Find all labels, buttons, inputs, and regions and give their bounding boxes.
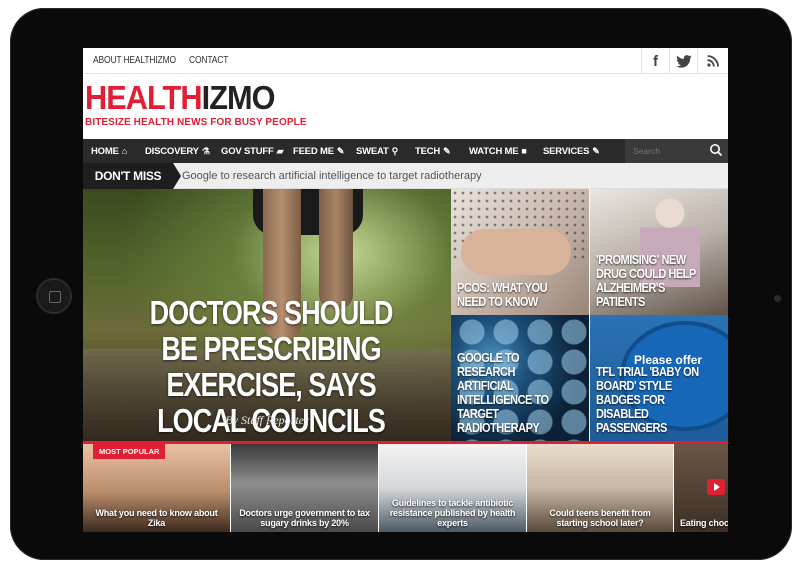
plug-icon: ✎ — [443, 146, 451, 156]
logo-red-part: HEALTH — [85, 79, 203, 116]
popular-card[interactable]: Doctors urge government to tax sugary dr… — [231, 444, 378, 532]
home-button[interactable] — [36, 278, 72, 314]
tile-headline[interactable]: GOOGLE TO RESEARCH ARTIFICIAL INTELLIGEN… — [457, 351, 568, 435]
browser-screen: ABOUT HEALTHIZMO CONTACT f HEALTHIZMO BI… — [83, 48, 728, 532]
nav-watch-me[interactable]: WATCH ME ■ — [469, 139, 527, 163]
search-box — [625, 139, 728, 163]
flask-icon: ⚗ — [201, 146, 210, 156]
about-link[interactable]: ABOUT HEALTHIZMO — [93, 55, 176, 66]
logo-dark-part: IZMO — [201, 79, 276, 116]
rss-glyph — [707, 55, 719, 67]
tile-headline[interactable]: TFL TRIAL 'BABY ON BOARD' STYLE BADGES F… — [596, 365, 707, 435]
nav-discovery[interactable]: DISCOVERY ⚗ — [145, 139, 210, 163]
popular-card[interactable]: Could teens benefit from starting school… — [527, 444, 673, 532]
popular-caption[interactable]: Eating choco — [674, 518, 728, 528]
pencil-icon: ✎ — [592, 146, 600, 156]
nav-home-label: HOME — [91, 146, 119, 157]
facebook-icon[interactable]: f — [641, 48, 669, 74]
ticker-headline[interactable]: Google to research artificial intelligen… — [182, 170, 482, 182]
popular-caption[interactable]: What you need to know about Zika — [83, 508, 230, 528]
search-icon[interactable] — [709, 143, 723, 157]
home-icon: ⌂ — [121, 146, 127, 156]
nav-discovery-label: DISCOVERY — [145, 146, 199, 157]
popular-card[interactable]: MOST POPULAR What you need to know about… — [83, 444, 230, 532]
dont-miss-label: DON'T MISS — [83, 163, 181, 189]
twitter-icon[interactable] — [669, 48, 697, 74]
popular-caption[interactable]: Could teens benefit from starting school… — [527, 508, 673, 528]
story-tile[interactable]: Please offer TFL TRIAL 'BABY ON BOARD' S… — [590, 315, 728, 441]
nav-feed-me-label: FEED ME — [293, 146, 334, 157]
nav-gov-stuff[interactable]: GOV STUFF ▰ — [221, 139, 283, 163]
facebook-glyph: f — [653, 52, 658, 70]
nav-sweat-label: SWEAT — [356, 146, 389, 157]
popular-card[interactable]: Eating choco — [674, 444, 728, 532]
nav-home[interactable]: HOME ⌂ — [91, 139, 127, 163]
main-nav: HOME ⌂ DISCOVERY ⚗ GOV STUFF ▰ FEED ME ✎ SWE… — [83, 139, 728, 163]
nav-tech-label: TECH — [415, 146, 441, 157]
tile-headline[interactable]: PCOS: WHAT YOU NEED TO KNOW — [457, 281, 568, 309]
popular-caption[interactable]: Doctors urge government to tax sugary dr… — [231, 508, 378, 528]
story-tile[interactable]: 'PROMISING' NEW DRUG COULD HELP ALZHEIME… — [590, 189, 728, 315]
search-input[interactable] — [625, 139, 705, 163]
nav-services-label: SERVICES — [543, 146, 590, 157]
nav-tech[interactable]: TECH ✎ — [415, 139, 451, 163]
story-tile[interactable]: GOOGLE TO RESEARCH ARTIFICIAL INTELLIGEN… — [451, 315, 589, 441]
tile-headline[interactable]: 'PROMISING' NEW DRUG COULD HELP ALZHEIME… — [596, 253, 707, 309]
pencil-icon: ✎ — [336, 146, 345, 156]
nav-watch-me-label: WATCH ME — [469, 146, 519, 157]
tile-image-hands — [461, 229, 571, 275]
play-video-icon[interactable] — [707, 479, 725, 495]
tagline: BITESIZE HEALTH NEWS FOR BUSY PEOPLE — [85, 117, 307, 128]
popular-caption[interactable]: Guidelines to tackle antibiotic resistan… — [379, 498, 526, 528]
story-tile[interactable]: PCOS: WHAT YOU NEED TO KNOW — [451, 189, 589, 315]
most-popular-tag: MOST POPULAR — [93, 444, 166, 459]
briefcase-icon: ▰ — [276, 146, 284, 156]
contact-link[interactable]: CONTACT — [189, 55, 228, 66]
popular-card[interactable]: Guidelines to tackle antibiotic resistan… — [379, 444, 526, 532]
site-logo[interactable]: HEALTHIZMO — [85, 79, 276, 116]
top-bar: ABOUT HEALTHIZMO CONTACT f — [83, 48, 728, 74]
twitter-bird-icon — [675, 54, 692, 68]
dont-miss-bar: DON'T MISS Google to research artificial… — [83, 163, 728, 189]
rss-icon[interactable] — [697, 48, 728, 74]
hero-story[interactable]: DOCTORS SHOULD BE PRESCRIBING EXERCISE, … — [83, 189, 451, 441]
nav-services[interactable]: SERVICES ✎ — [543, 139, 600, 163]
camera-icon — [774, 295, 781, 302]
video-camera-icon: ■ — [521, 146, 527, 156]
bicycle-icon: ⚲ — [391, 146, 399, 156]
nav-sweat[interactable]: SWEAT ⚲ — [356, 139, 398, 163]
nav-feed-me[interactable]: FEED ME ✎ — [293, 139, 344, 163]
hero-byline: By Staff Reporter — [225, 413, 309, 427]
nav-gov-stuff-label: GOV STUFF — [221, 146, 274, 157]
hero-runner-leg — [319, 189, 353, 309]
most-popular-strip: MOST POPULAR What you need to know about… — [83, 441, 728, 532]
